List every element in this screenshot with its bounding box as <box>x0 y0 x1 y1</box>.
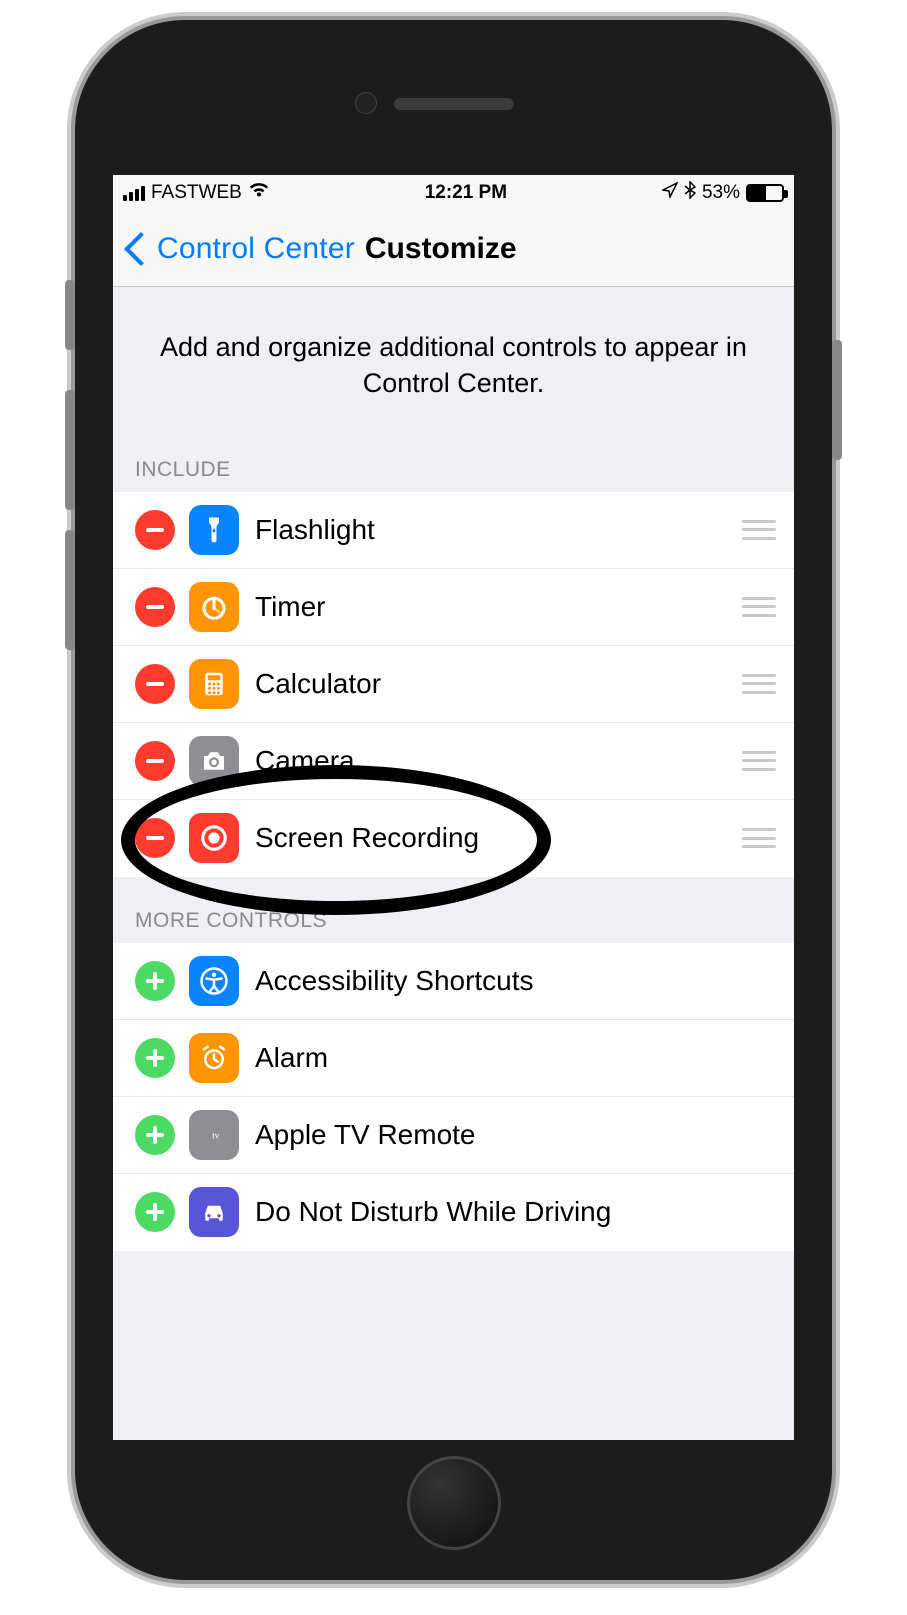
car-icon <box>189 1187 239 1237</box>
calculator-icon <box>189 659 239 709</box>
drag-handle-icon[interactable] <box>742 520 776 540</box>
accessibility-icon <box>189 956 239 1006</box>
description-text: Add and organize additional controls to … <box>113 287 794 450</box>
status-time: 12:21 PM <box>425 182 507 204</box>
row-camera[interactable]: Camera <box>113 723 794 800</box>
more-controls-header: MORE CONTROLS <box>113 877 794 943</box>
add-button[interactable] <box>135 1038 175 1078</box>
remove-button[interactable] <box>135 664 175 704</box>
row-screen-recording[interactable]: Screen Recording <box>113 800 794 877</box>
apple-tv-icon: tv <box>189 1110 239 1160</box>
drag-handle-icon[interactable] <box>742 674 776 694</box>
row-dnd-driving[interactable]: Do Not Disturb While Driving <box>113 1174 794 1251</box>
remove-button[interactable] <box>135 510 175 550</box>
add-button[interactable] <box>135 1192 175 1232</box>
battery-icon <box>746 184 784 202</box>
earpiece <box>394 98 514 110</box>
row-alarm[interactable]: Alarm <box>113 1020 794 1097</box>
svg-text:tv: tv <box>212 1130 220 1140</box>
mute-switch <box>65 280 75 350</box>
chevron-left-icon <box>124 232 158 266</box>
battery-pct: 53% <box>702 182 740 204</box>
screen-recording-icon <box>189 813 239 863</box>
include-header: INCLUDE <box>113 450 794 492</box>
location-icon <box>662 182 678 204</box>
row-accessibility-shortcuts[interactable]: Accessibility Shortcuts <box>113 943 794 1020</box>
camera-icon <box>189 736 239 786</box>
drag-handle-icon[interactable] <box>742 751 776 771</box>
status-bar: FASTWEB 12:21 PM 53% <box>113 175 794 211</box>
front-camera <box>355 92 377 114</box>
phone-frame: FASTWEB 12:21 PM 53% Control <box>75 20 832 1580</box>
power-button <box>832 340 842 460</box>
row-apple-tv-remote[interactable]: tv Apple TV Remote <box>113 1097 794 1174</box>
row-label: Screen Recording <box>255 822 742 854</box>
row-label: Calculator <box>255 668 742 700</box>
back-label: Control Center <box>157 232 355 266</box>
include-list: Flashlight Timer Calculator <box>113 492 794 877</box>
timer-icon <box>189 582 239 632</box>
screen: FASTWEB 12:21 PM 53% Control <box>113 175 794 1440</box>
page-title: Customize <box>365 232 517 266</box>
alarm-icon <box>189 1033 239 1083</box>
row-label: Accessibility Shortcuts <box>255 965 776 997</box>
wifi-icon <box>248 182 270 204</box>
row-calculator[interactable]: Calculator <box>113 646 794 723</box>
row-timer[interactable]: Timer <box>113 569 794 646</box>
bluetooth-icon <box>684 181 696 205</box>
row-label: Apple TV Remote <box>255 1119 776 1151</box>
carrier-label: FASTWEB <box>151 182 242 204</box>
signal-icon <box>123 186 145 201</box>
volume-down-button <box>65 530 75 650</box>
remove-button[interactable] <box>135 818 175 858</box>
row-label: Flashlight <box>255 514 742 546</box>
back-button[interactable]: Control Center <box>119 232 355 266</box>
remove-button[interactable] <box>135 587 175 627</box>
home-button[interactable] <box>407 1456 501 1550</box>
volume-up-button <box>65 390 75 510</box>
row-label: Camera <box>255 745 742 777</box>
row-flashlight[interactable]: Flashlight <box>113 492 794 569</box>
row-label: Do Not Disturb While Driving <box>255 1196 776 1228</box>
row-label: Timer <box>255 591 742 623</box>
nav-bar: Control Center Customize <box>113 211 794 287</box>
drag-handle-icon[interactable] <box>742 597 776 617</box>
more-controls-list: Accessibility Shortcuts Alarm tv Apple T… <box>113 943 794 1251</box>
row-label: Alarm <box>255 1042 776 1074</box>
remove-button[interactable] <box>135 741 175 781</box>
add-button[interactable] <box>135 1115 175 1155</box>
drag-handle-icon[interactable] <box>742 828 776 848</box>
flashlight-icon <box>189 505 239 555</box>
add-button[interactable] <box>135 961 175 1001</box>
